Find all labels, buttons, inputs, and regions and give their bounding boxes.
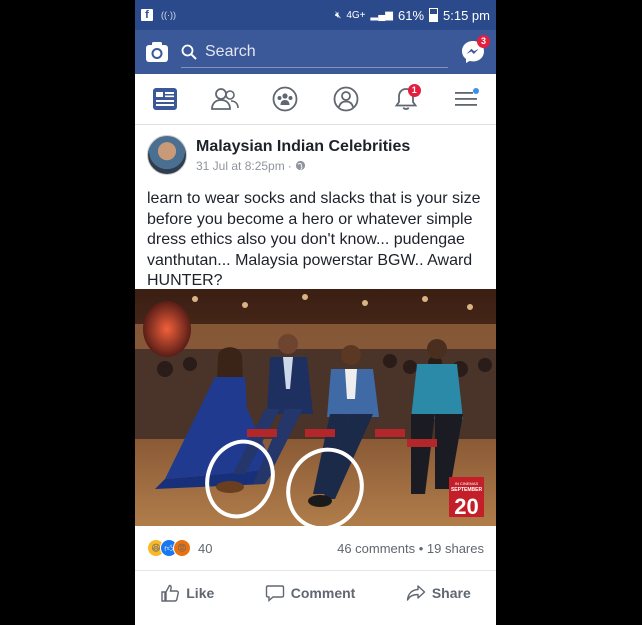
reactions-bar: 😆︎ 👍︎ 😡︎ 40 46 comments • 19 shares xyxy=(135,526,496,571)
search-bar[interactable]: Search xyxy=(181,37,448,68)
mute-icon: 🔇︎ xyxy=(335,9,342,21)
camera-icon xyxy=(146,42,168,62)
post-actions: Like Comment Share xyxy=(135,571,496,615)
reactions-summary[interactable]: 😆︎ 👍︎ 😡︎ 40 xyxy=(147,539,212,557)
post-timestamp[interactable]: 31 Jul at 8:25pm xyxy=(196,159,285,173)
tab-profile[interactable] xyxy=(329,82,363,116)
separator-dot: · xyxy=(287,158,292,173)
comment-label: Comment xyxy=(290,585,356,601)
clock: 5:15 pm xyxy=(443,7,490,23)
post-header: Malaysian Indian Celebrities 31 Jul at 8… xyxy=(135,125,496,179)
comments-shares-count[interactable]: 46 comments • 19 shares xyxy=(337,541,484,556)
search-icon xyxy=(181,44,197,60)
battery-percentage: 61% xyxy=(397,7,425,23)
tab-groups[interactable] xyxy=(268,82,302,116)
facebook-notification-icon: f xyxy=(141,9,153,21)
share-button[interactable]: Share xyxy=(406,583,471,603)
hotspot-icon: ((·)) xyxy=(161,10,176,20)
comment-button[interactable]: Comment xyxy=(265,583,356,603)
badge-day: 20 xyxy=(454,494,478,519)
hamburger-menu-icon xyxy=(454,88,479,106)
share-label: Share xyxy=(431,585,471,601)
groups-icon xyxy=(272,86,298,112)
messenger-badge: 3 xyxy=(477,35,490,48)
navigation-tabs: 1 xyxy=(135,74,496,125)
comment-icon xyxy=(265,585,284,603)
badge-month: SEPTEMBER xyxy=(451,487,483,493)
globe-icon xyxy=(295,160,305,171)
friend-requests-icon xyxy=(211,88,240,110)
tab-news-feed[interactable] xyxy=(148,82,182,116)
like-label: Like xyxy=(186,585,215,601)
like-button[interactable]: Like xyxy=(160,583,214,603)
battery-icon xyxy=(429,8,439,22)
messenger-button[interactable]: 3 xyxy=(458,35,490,67)
post-author[interactable]: Malaysian Indian Celebrities xyxy=(196,138,410,156)
share-icon xyxy=(406,585,426,601)
thumbs-up-icon xyxy=(161,584,180,602)
post-photo[interactable]: IN CINEMAS SEPTEMBER 20 xyxy=(135,289,496,526)
tab-menu[interactable] xyxy=(449,82,483,116)
status-bar: f ((·)) 🔇︎ 4G+ ▂▄▆ 61% 5:15 pm xyxy=(135,0,496,30)
tab-notifications[interactable]: 1 xyxy=(389,82,423,116)
angry-reaction-icon: 😡︎ xyxy=(173,539,191,557)
news-feed-icon xyxy=(153,88,178,110)
page-avatar[interactable] xyxy=(147,135,187,175)
search-placeholder: Search xyxy=(205,42,256,60)
notifications-badge: 1 xyxy=(407,84,421,97)
facebook-top-bar: Search 3 xyxy=(135,30,496,74)
badge-small-text: IN CINEMAS xyxy=(455,481,479,486)
network-type: 4G+ xyxy=(346,9,366,21)
tab-friend-requests[interactable] xyxy=(208,82,242,116)
reaction-count: 40 xyxy=(198,540,213,556)
signal-icon: ▂▄▆ xyxy=(370,9,393,21)
profile-icon xyxy=(333,86,358,112)
phone-screen: f ((·)) 🔇︎ 4G+ ▂▄▆ 61% 5:15 pm Search 3 … xyxy=(135,0,496,625)
post-text: learn to wear socks and slacks that is y… xyxy=(147,190,481,289)
camera-button[interactable] xyxy=(143,38,171,66)
